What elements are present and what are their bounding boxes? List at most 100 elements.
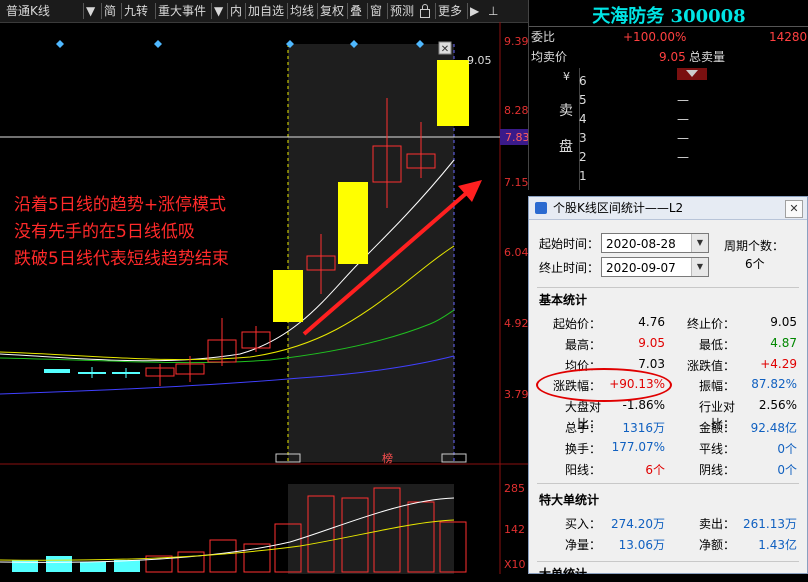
chevron-down-icon[interactable]: ▼ bbox=[86, 0, 95, 22]
big-order-title: 特大单统计 bbox=[539, 493, 600, 507]
interval-highlight bbox=[288, 44, 454, 462]
wei-bi-label: 委比 bbox=[531, 30, 556, 44]
sell-level-price: — bbox=[677, 112, 689, 126]
toolbar-divider bbox=[367, 3, 368, 19]
sell-level-price: — bbox=[677, 150, 689, 164]
current-price-label: 7.83 bbox=[505, 131, 528, 144]
interval-close-glyph: ✕ bbox=[441, 44, 449, 55]
stat-value: 0个 bbox=[777, 462, 797, 477]
toolbar-divider bbox=[387, 3, 388, 19]
forecast-button[interactable]: 预测 bbox=[390, 0, 414, 22]
add-watchlist-button[interactable]: 加自选 bbox=[248, 0, 284, 22]
price-label: 8.28 bbox=[504, 104, 528, 117]
avg-price-value: 9.05 bbox=[659, 50, 686, 64]
annotation-line-3: 跌破5日线代表短线趋势结束 bbox=[14, 249, 229, 269]
toolbar-divider bbox=[435, 3, 436, 19]
wei-bi-row: 委比 +100.00% 14280 bbox=[529, 28, 808, 46]
sell-level-price: — bbox=[677, 93, 689, 107]
start-time-label: 起始时间： bbox=[539, 237, 600, 251]
annotation-line-2: 没有先手的在5日线低吸 bbox=[14, 222, 195, 242]
toolbar-divider bbox=[211, 3, 212, 19]
sell-level-index: 1 bbox=[579, 169, 587, 183]
window-button[interactable]: 窗 bbox=[370, 0, 382, 22]
stat-value: 6个 bbox=[645, 462, 665, 477]
chevron-down-icon[interactable]: ▼ bbox=[691, 258, 708, 276]
toolbar-divider bbox=[121, 3, 122, 19]
sell-level-row: 2— bbox=[529, 148, 808, 166]
kline-chart[interactable]: ✕ 9.39 8.28 7.83 7.15 6.04 4.92 3.79 9.0… bbox=[0, 22, 528, 574]
stat-value: +4.29 bbox=[760, 356, 797, 371]
basic-stats-title: 基本统计 bbox=[539, 293, 588, 307]
more-button[interactable]: 更多 bbox=[438, 0, 462, 22]
wei-bi-volume: 14280 bbox=[769, 30, 808, 44]
price-label: 9.39 bbox=[504, 35, 528, 48]
stats-row: 总手： 1316万 金额： 92.48亿 bbox=[529, 419, 807, 437]
sell-level-row: 4— bbox=[529, 110, 808, 128]
close-icon[interactable]: ✕ bbox=[785, 200, 803, 218]
avg-price-label: 均卖价 bbox=[531, 50, 568, 64]
end-time-label: 终止时间： bbox=[539, 261, 600, 275]
period-count-label: 周期个数： bbox=[724, 239, 785, 253]
start-date-value: 2020-08-28 bbox=[606, 237, 676, 251]
stat-value: 1.43亿 bbox=[758, 538, 797, 552]
lock-icon[interactable] bbox=[420, 0, 430, 22]
toolbar-divider bbox=[317, 3, 318, 19]
toolbar-divider bbox=[467, 3, 468, 19]
sell-level-index: 6 bbox=[579, 74, 587, 88]
stat-value: 9.05 bbox=[770, 315, 797, 329]
stats-row: 净量： 13.06万 净额： 1.43亿 bbox=[529, 536, 807, 554]
stat-value: 0个 bbox=[777, 441, 797, 456]
stats-row: 起始价： 4.76 终止价： 9.05 bbox=[529, 315, 807, 333]
price-label: 6.04 bbox=[504, 246, 528, 259]
play-icon[interactable]: ▶ bbox=[470, 0, 479, 22]
dialog-title: 个股K线区间统计——L2 bbox=[553, 201, 684, 215]
avg-price-row: 均卖价 9.05 总卖量 bbox=[529, 48, 808, 66]
chart-toolbar: 普通K线 ▼ 简九转 重大事件 ▼ 内加自选 均线 复权叠窗预测 更多 ▶ ⊥ bbox=[0, 0, 528, 23]
app-icon bbox=[535, 202, 547, 214]
sell-level-price: — bbox=[677, 131, 689, 145]
highlight-ellipse bbox=[536, 368, 672, 402]
quote-panel: 天海防务 300008 委比 +100.00% 14280 均卖价 9.05 总… bbox=[528, 0, 808, 190]
volume-label: 142 bbox=[504, 523, 525, 536]
stats-row: 最高： 9.05 最低： 4.87 bbox=[529, 336, 807, 354]
high-price-label: 9.05 bbox=[467, 54, 492, 67]
chevron-down-icon[interactable]: ▼ bbox=[214, 0, 223, 22]
stock-title: 天海防务 300008 bbox=[592, 6, 746, 27]
stats-row: 买入： 274.20万 卖出： 261.13万 bbox=[529, 515, 807, 533]
toolbar-divider bbox=[101, 3, 102, 19]
toolbar-divider bbox=[287, 3, 288, 19]
end-date-value: 2020-09-07 bbox=[606, 261, 676, 275]
toolbar-divider bbox=[155, 3, 156, 19]
stat-value: 87.82% bbox=[751, 377, 797, 392]
stats-row: 换手： 177.07% 平线： 0个 bbox=[529, 440, 807, 458]
chevron-down-icon[interactable]: ▼ bbox=[691, 234, 708, 252]
price-label: 4.92 bbox=[504, 317, 528, 330]
price-label: 3.79 bbox=[504, 388, 528, 401]
toolbar-divider bbox=[227, 3, 228, 19]
major-events-button[interactable]: 重大事件 bbox=[158, 0, 206, 22]
stat-value: 1316万 bbox=[622, 421, 665, 435]
annotation-line-1: 沿着5日线的趋势+涨停模式 bbox=[14, 195, 227, 215]
sell-level-row: 6 bbox=[529, 72, 808, 90]
volume-interval-highlight bbox=[288, 484, 454, 574]
sell-level-row: 1 bbox=[529, 167, 808, 185]
overlay-button[interactable]: 叠 bbox=[350, 0, 362, 22]
kline-type-selector[interactable]: 普通K线 bbox=[6, 0, 50, 22]
inner-button[interactable]: 内 bbox=[230, 0, 242, 22]
pin-icon[interactable]: ⊥ bbox=[488, 0, 498, 22]
pre-interval-candles bbox=[44, 318, 271, 386]
dialog-titlebar[interactable]: 个股K线区间统计——L2 ✕ bbox=[529, 197, 807, 220]
simple-toggle[interactable]: 简 bbox=[104, 0, 116, 22]
ma-button[interactable]: 均线 bbox=[290, 0, 314, 22]
board-tag[interactable]: 榜 bbox=[382, 451, 393, 465]
toolbar-divider bbox=[83, 3, 84, 19]
sell-level-index: 4 bbox=[579, 112, 587, 126]
stat-value: 4.87 bbox=[770, 335, 797, 350]
adjust-button[interactable]: 复权 bbox=[320, 0, 344, 22]
end-date-picker[interactable]: 2020-09-07 ▼ bbox=[601, 257, 709, 277]
jiuzhuan-button[interactable]: 九转 bbox=[124, 0, 148, 22]
stat-value: 92.48亿 bbox=[750, 421, 797, 435]
start-date-picker[interactable]: 2020-08-28 ▼ bbox=[601, 233, 709, 253]
total-sell-label: 总卖量 bbox=[689, 50, 726, 64]
sell-level-row: 5— bbox=[529, 91, 808, 109]
